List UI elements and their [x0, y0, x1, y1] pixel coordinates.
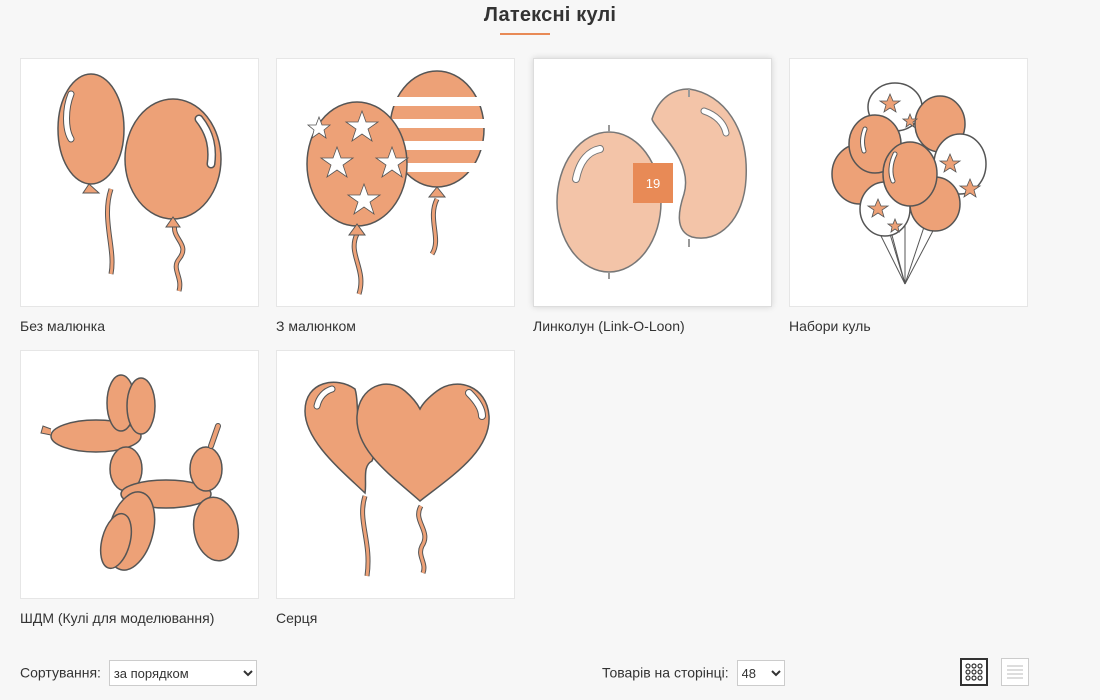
category-label[interactable]: Без малюнка — [20, 318, 259, 334]
category-card-hearts[interactable]: Серця — [276, 350, 515, 626]
list-view-button[interactable] — [1001, 658, 1029, 686]
sort-label: Сортування: — [20, 664, 101, 681]
category-card-printed[interactable]: З малюнком — [276, 58, 515, 334]
per-page-control: Товарів на сторінці: 48 — [602, 660, 785, 686]
per-page-label: Товарів на сторінці: — [602, 664, 729, 681]
category-image[interactable] — [276, 350, 515, 599]
grid-view-button[interactable] — [960, 658, 988, 686]
category-card-sets[interactable]: Набори куль — [789, 58, 1028, 334]
category-label[interactable]: Линколун (Link-O-Loon) — [533, 318, 772, 334]
category-image[interactable] — [20, 350, 259, 599]
category-card-modelling[interactable]: ШДМ (Кулі для моделювання) — [20, 350, 259, 626]
category-card-plain[interactable]: Без малюнка — [20, 58, 259, 334]
category-image[interactable]: 19 — [533, 58, 772, 307]
list-view-icon — [1007, 665, 1023, 679]
category-label[interactable]: ШДМ (Кулі для моделювання) — [20, 610, 259, 626]
balloon-dog-illustration — [40, 374, 240, 571]
category-label[interactable]: З малюнком — [276, 318, 515, 334]
category-image[interactable] — [20, 58, 259, 307]
printed-balloons-illustration — [306, 70, 485, 295]
balloon-set-illustration — [831, 82, 987, 285]
category-image[interactable] — [789, 58, 1028, 307]
category-card-link-o-loon[interactable]: 19 Линколун (Link-O-Loon) — [533, 58, 772, 334]
category-image[interactable] — [276, 58, 515, 307]
category-label[interactable]: Серця — [276, 610, 515, 626]
grid-view-icon — [965, 663, 983, 681]
category-label[interactable]: Набори куль — [789, 318, 1028, 334]
per-page-select[interactable]: 48 — [736, 660, 785, 686]
sort-control: Сортування: за порядком — [20, 660, 257, 686]
product-count-badge: 19 — [633, 163, 673, 203]
heart-balloons-illustration — [304, 381, 490, 577]
page-title: Латексні кулі — [483, 4, 617, 26]
plain-balloons-illustration — [57, 73, 222, 292]
sort-select[interactable]: за порядком — [108, 660, 257, 686]
title-underline — [500, 33, 550, 35]
